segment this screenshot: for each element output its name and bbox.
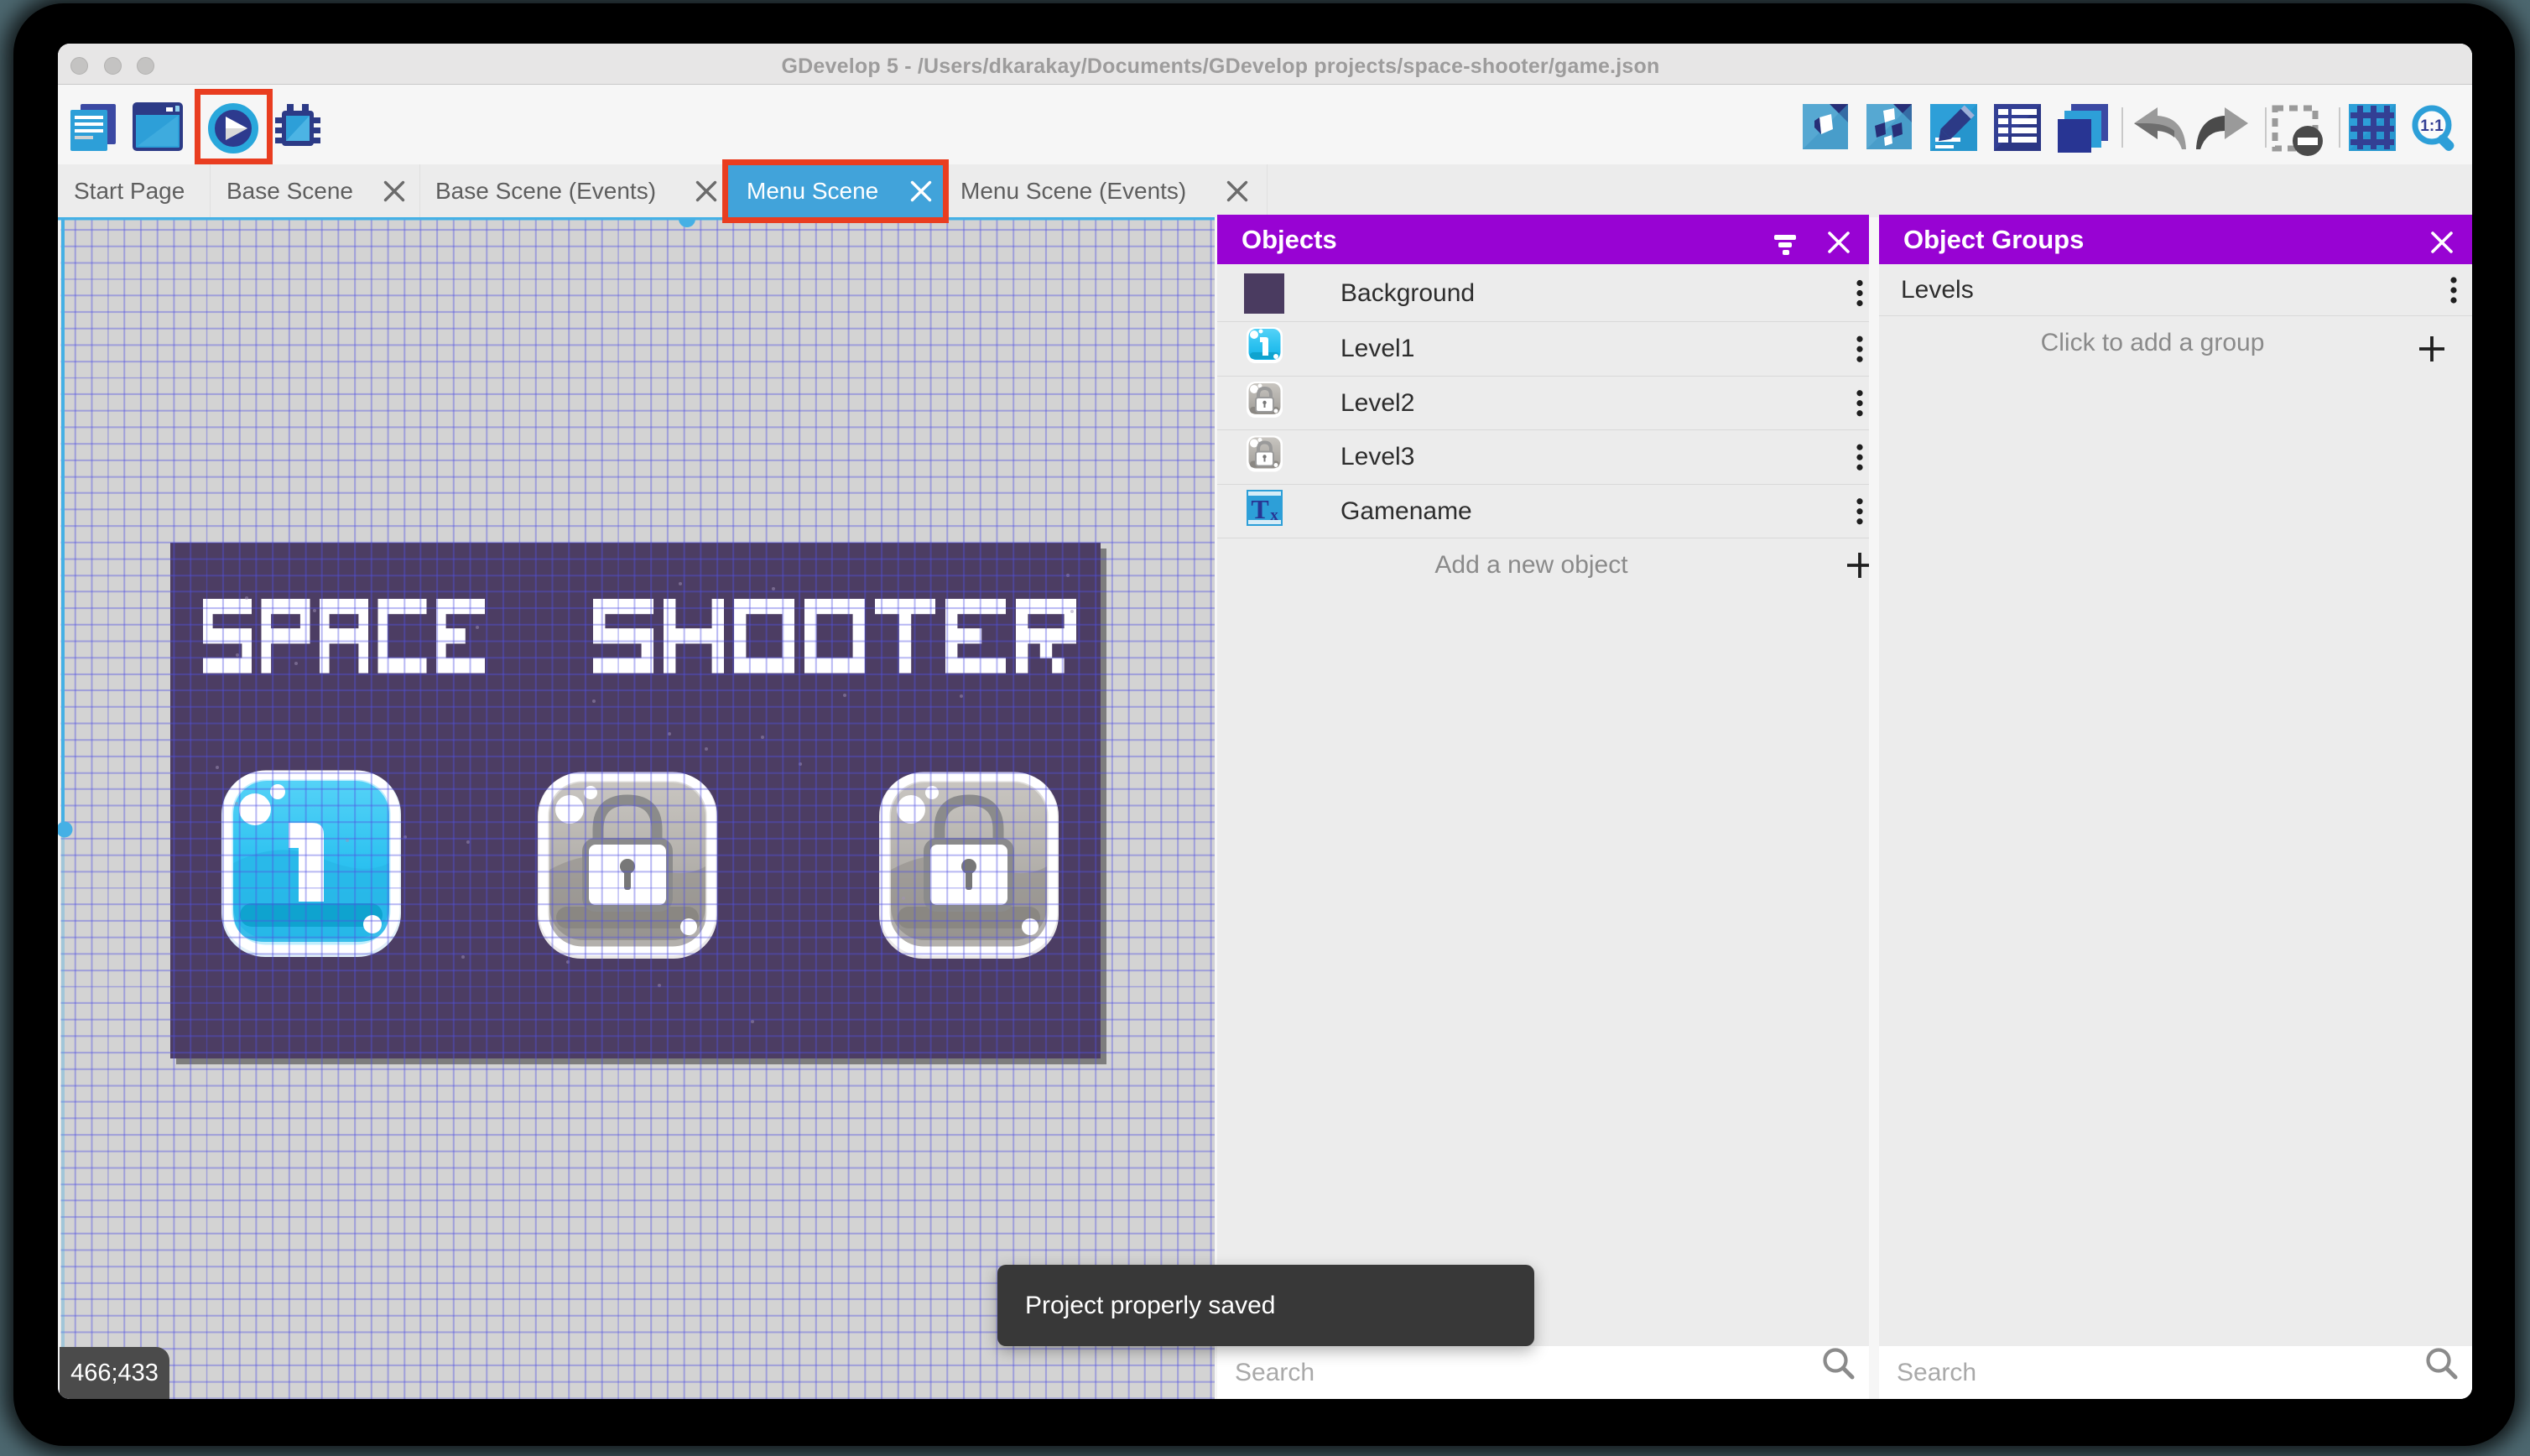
svg-text:1:1: 1:1 [2420,117,2444,135]
svg-text:x: x [1270,507,1278,524]
svg-text:T: T [1251,494,1268,524]
